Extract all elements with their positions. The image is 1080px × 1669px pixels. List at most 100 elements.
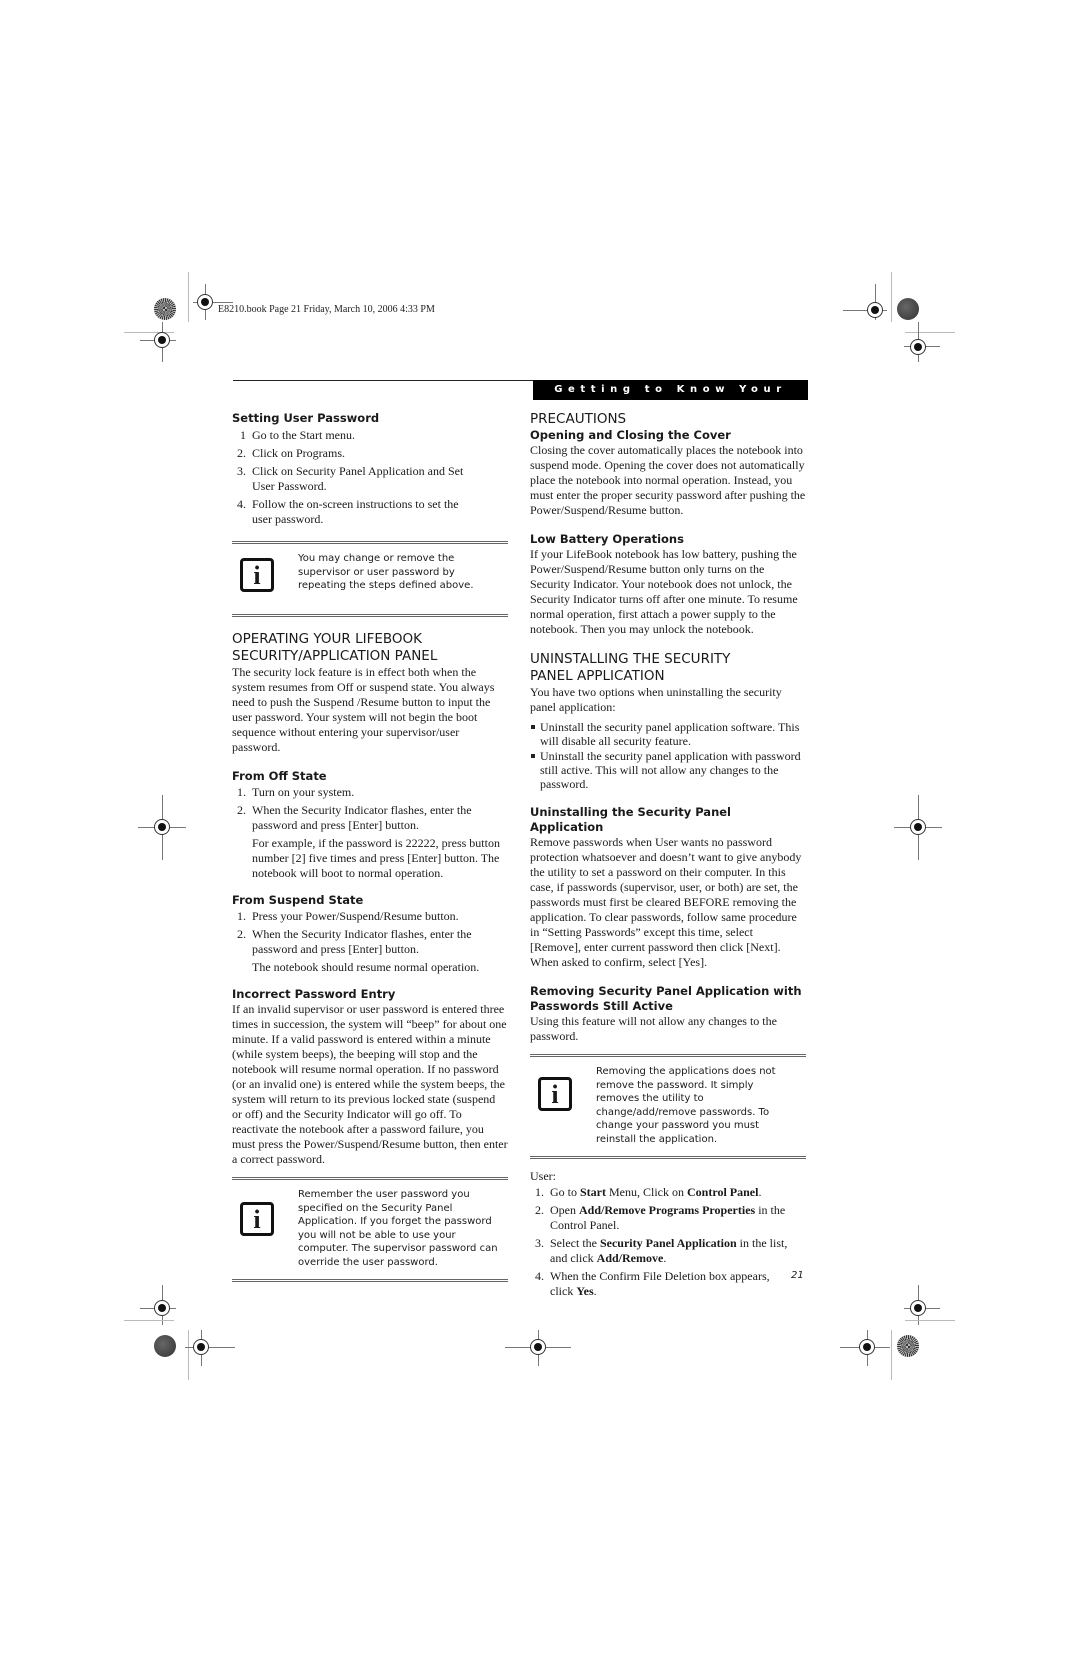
page-number: 21 xyxy=(791,1270,804,1281)
from-suspend-steps: 1. Press your Power/Suspend/Resume button… xyxy=(232,909,508,975)
step-text: Menu, Click on xyxy=(606,1185,687,1199)
ui-term: Yes xyxy=(576,1284,594,1298)
setting-user-password-heading: Setting User Password xyxy=(232,411,380,425)
from-suspend-section: From Suspend State 1. Press your Power/Su… xyxy=(232,893,508,975)
step-number: 2. xyxy=(237,927,246,941)
trim-line xyxy=(891,272,892,322)
step-number: 1 xyxy=(240,428,246,442)
crop-target-icon xyxy=(897,1335,919,1357)
removing-body: Using this feature will not allow any ch… xyxy=(530,1014,777,1043)
crop-target-icon xyxy=(154,298,176,320)
setting-user-password-steps: 1 Go to the Start menu. 2. Click on Progra… xyxy=(232,428,508,527)
info-icon: i xyxy=(538,1077,572,1111)
ui-term: Add/Remove Programs Properties xyxy=(579,1203,756,1217)
right-column: PRECAUTIONS Opening and Closing the Cove… xyxy=(530,411,806,1302)
uninstall-app-heading: Uninstalling the Security Panel Applicat… xyxy=(530,805,731,834)
low-battery-body: If your LifeBook notebook has low batter… xyxy=(530,547,798,636)
step-number: 2. xyxy=(535,1203,544,1217)
low-battery-heading: Low Battery Operations xyxy=(530,532,684,546)
opening-cover-heading: Opening and Closing the Cover xyxy=(530,428,731,442)
note-text: You may change or remove the supervisor … xyxy=(298,553,474,591)
step-text: Click on Programs. xyxy=(252,446,345,460)
removing-heading-line1: Removing Security Panel Application with xyxy=(530,984,802,998)
note-text: Removing the applications does not remov… xyxy=(596,1066,776,1145)
step-number: 1. xyxy=(237,909,246,923)
step-text: When the Security Indicator flashes, ent… xyxy=(252,927,472,956)
step-text: . xyxy=(663,1251,667,1265)
incorrect-password-body: If an invalid supervisor or user passwor… xyxy=(232,1002,508,1166)
registration-mark-icon xyxy=(154,332,170,348)
removing-heading-line2: Passwords Still Active xyxy=(530,999,673,1013)
header-rule xyxy=(233,380,533,381)
step-number: 1. xyxy=(237,785,246,799)
user-label: User: xyxy=(530,1169,556,1183)
step-text: . xyxy=(593,1284,597,1298)
ui-term: Control Panel xyxy=(687,1185,759,1199)
from-off-section: From Off State 1. Turn on your system. 2.… xyxy=(232,769,508,881)
registration-mark-icon xyxy=(197,294,213,310)
list-item: 2. When the Security Indicator flashes, e… xyxy=(232,803,508,881)
step-text: Click on Security Panel Application and … xyxy=(252,464,464,493)
step-text: When the Security Indicator flashes, ent… xyxy=(252,803,472,832)
uninstalling-heading-line1: UNINSTALLING THE SECURITY xyxy=(530,651,731,667)
registration-mark-icon xyxy=(530,1339,546,1355)
crop-target-icon xyxy=(897,298,919,320)
list-item: 1 Go to the Start menu. xyxy=(232,428,508,443)
step-text: Open xyxy=(550,1203,579,1217)
step-detail: For example, if the password is 22222, p… xyxy=(252,836,500,880)
uninstalling-body: You have two options when uninstalling t… xyxy=(530,685,782,714)
list-item: 1. Press your Power/Suspend/Resume button… xyxy=(232,909,508,924)
step-text: Press your Power/Suspend/Resume button. xyxy=(252,909,459,923)
low-battery-section: Low Battery Operations If your LifeBook … xyxy=(530,532,806,637)
trim-line xyxy=(188,272,189,322)
info-icon: i xyxy=(240,558,274,592)
step-text: Go to the Start menu. xyxy=(252,428,355,442)
print-slug: E8210.book Page 21 Friday, March 10, 200… xyxy=(218,304,435,315)
step-number: 1. xyxy=(535,1185,544,1199)
list-item: 2. Click on Programs. xyxy=(232,446,508,461)
registration-mark-icon xyxy=(154,1300,170,1316)
operating-body: The security lock feature is in effect b… xyxy=(232,665,495,754)
step-number: 3. xyxy=(237,464,246,478)
registration-mark-icon xyxy=(867,302,883,318)
step-detail: The notebook should resume normal operat… xyxy=(252,960,480,974)
uninstall-app-body: Remove passwords when User wants no pass… xyxy=(530,835,802,969)
trim-line xyxy=(891,1330,892,1380)
ui-term: Security Panel Application xyxy=(599,1236,737,1250)
list-item: 2. Open Add/Remove Programs Properties in… xyxy=(530,1203,806,1233)
ui-term: Add/Remove xyxy=(596,1251,664,1265)
operating-heading-line2: SECURITY/APPLICATION PANEL xyxy=(232,648,438,664)
trim-line xyxy=(905,332,955,333)
registration-mark-icon xyxy=(154,819,170,835)
left-column: Setting User Password 1 Go to the Start m… xyxy=(232,411,508,1282)
from-off-heading: From Off State xyxy=(232,769,327,783)
step-number: 2. xyxy=(237,803,246,817)
step-number: 3. xyxy=(535,1236,544,1250)
opening-cover-body: Closing the cover automatically places t… xyxy=(530,443,806,517)
incorrect-password-section: Incorrect Password Entry If an invalid s… xyxy=(232,987,508,1167)
list-item: 2. When the Security Indicator flashes, e… xyxy=(232,927,508,975)
uninstall-app-section: Uninstalling the Security Panel Applicat… xyxy=(530,805,806,970)
list-item: 1. Turn on your system. xyxy=(232,785,508,800)
step-text: Follow the on-screen instructions to set… xyxy=(252,497,459,526)
note-text: Remember the user password you specified… xyxy=(298,1189,498,1268)
step-text: . xyxy=(758,1185,762,1199)
step-number: 4. xyxy=(535,1269,544,1283)
step-text: Select the xyxy=(550,1236,600,1250)
trim-line xyxy=(124,1320,174,1321)
registration-mark-icon xyxy=(193,1339,209,1355)
info-note: i Removing the applications does not rem… xyxy=(530,1054,806,1159)
step-text: Turn on your system. xyxy=(252,785,355,799)
operating-heading-line1: OPERATING YOUR LIFEBOOK xyxy=(232,631,423,647)
info-note: i You may change or remove the superviso… xyxy=(232,541,508,617)
list-item: Uninstall the security panel application… xyxy=(530,749,806,791)
incorrect-password-heading: Incorrect Password Entry xyxy=(232,987,396,1001)
operating-section: OPERATING YOUR LIFEBOOK SECURITY/APPLICA… xyxy=(232,631,508,755)
step-number: 4. xyxy=(237,497,246,511)
uninstall-options: Uninstall the security panel application… xyxy=(530,720,806,791)
list-item: 4. When the Confirm File Deletion box app… xyxy=(530,1269,806,1299)
registration-mark-icon xyxy=(859,1339,875,1355)
ui-term: Start xyxy=(580,1185,606,1199)
list-item: 4. Follow the on-screen instructions to s… xyxy=(232,497,508,527)
step-number: 2. xyxy=(237,446,246,460)
